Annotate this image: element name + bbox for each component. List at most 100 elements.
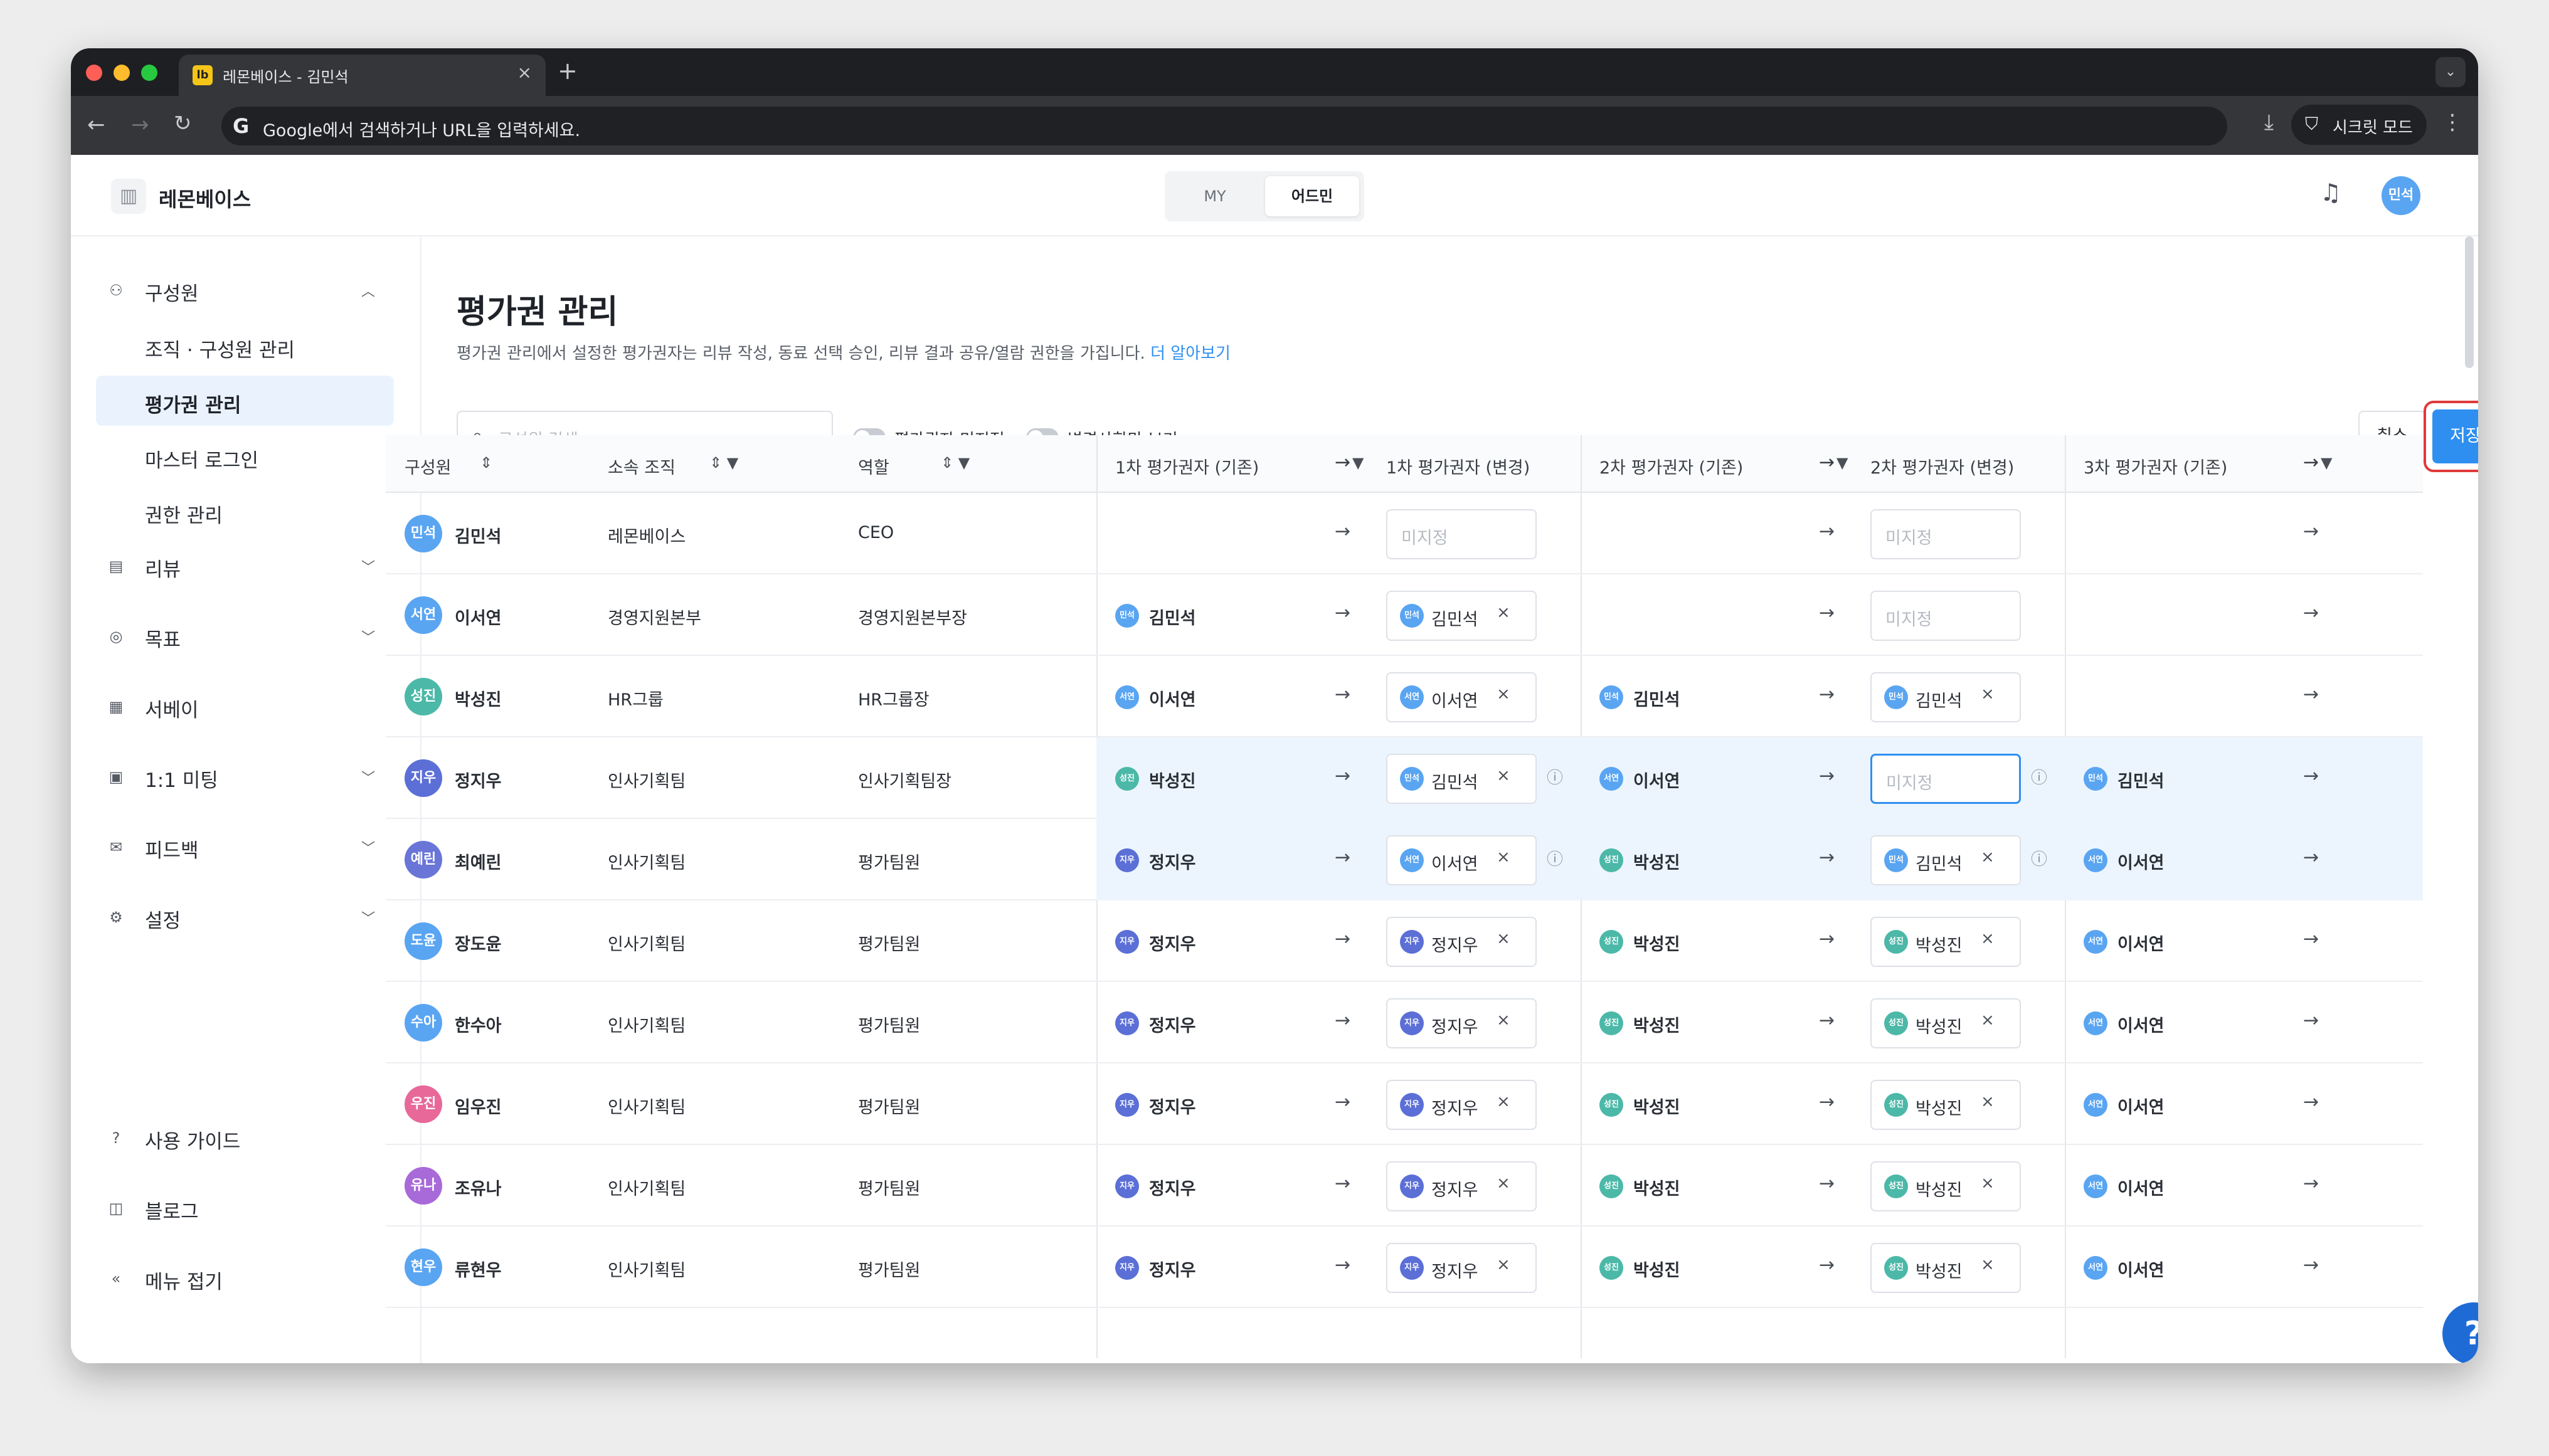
remove-chip-icon[interactable]: × <box>1497 685 1510 704</box>
table-row[interactable]: 수아 한수아 인사기획팀 평가팀원 지우 정지우 → 성진 박성진 → 서연 이서연 → 지우 정지우 × 성진… <box>386 982 2423 1063</box>
evaluator-select[interactable]: 성진 박성진 × <box>1870 1243 2021 1293</box>
column-header[interactable]: 2차 평가권자 (기존) <box>1599 454 1743 478</box>
mode-tab-my[interactable]: MY <box>1170 176 1260 216</box>
evaluator-select[interactable]: 지우 정지우 × <box>1386 917 1537 967</box>
member-name[interactable]: 장도윤 <box>455 931 502 955</box>
forward-icon[interactable]: → <box>131 112 149 137</box>
remove-chip-icon[interactable]: × <box>1497 1255 1510 1274</box>
column-header[interactable]: 역할 <box>858 454 889 478</box>
vertical-scrollbar[interactable] <box>2465 236 2474 368</box>
incognito-badge[interactable]: ⛉ 시크릿 모드 <box>2291 105 2427 145</box>
evaluator-select[interactable]: 미지정 <box>1386 509 1537 559</box>
remove-chip-icon[interactable]: × <box>1497 766 1510 785</box>
column-header[interactable]: 소속 조직 <box>608 454 676 478</box>
close-window-button[interactable] <box>86 65 102 81</box>
sidebar-section-goals[interactable]: ◎ 목표 ﹀ <box>96 611 394 662</box>
evaluator-select[interactable]: 성진 박성진 × <box>1870 1080 2021 1130</box>
remove-chip-icon[interactable]: × <box>1981 685 1995 704</box>
browser-menu-icon[interactable]: ⋮ <box>2442 110 2463 135</box>
sort-filter-icon[interactable]: ⇕ ▼ <box>709 454 738 472</box>
sidebar-item-evaluation-rights[interactable]: 평가권 관리 <box>96 376 394 426</box>
evaluator-select[interactable]: 미지정 <box>1870 509 2021 559</box>
column-header[interactable]: 구성원 <box>405 454 452 478</box>
sidebar-item-org-members[interactable]: 조직 · 구성원 관리 <box>96 320 394 371</box>
evaluator-select[interactable]: 서연 이서연 × <box>1386 835 1537 885</box>
evaluator-select[interactable]: 민석 김민석 × <box>1386 754 1537 804</box>
remove-chip-icon[interactable]: × <box>1497 929 1510 948</box>
column-header[interactable]: 1차 평가권자 (변경) <box>1386 454 1530 478</box>
remove-chip-icon[interactable]: × <box>1981 1174 1995 1193</box>
evaluator-select[interactable]: 지우 정지우 × <box>1386 998 1537 1048</box>
sidebar-footer-guide[interactable]: ? 사용 가이드 <box>96 1113 394 1163</box>
table-row[interactable]: 지우 정지우 인사기획팀 인사기획팀장 성진 박성진 → 서연 이서연 → 민석 김민석 → 민석 김민석 ×… <box>386 737 2423 819</box>
sidebar-item-master-login[interactable]: 마스터 로그인 <box>96 431 394 481</box>
evaluator-select[interactable]: 민석 김민석 × <box>1870 672 2021 722</box>
member-name[interactable]: 한수아 <box>455 1012 502 1037</box>
column-header[interactable]: 1차 평가권자 (기존) <box>1115 454 1259 478</box>
reload-icon[interactable]: ↻ <box>174 111 192 136</box>
evaluator-select[interactable]: 미지정 <box>1870 591 2021 641</box>
sort-filter-icon[interactable]: ⇕ ▼ <box>941 454 970 472</box>
member-name[interactable]: 임우진 <box>455 1094 502 1118</box>
evaluator-select[interactable]: 민석 김민석 × <box>1870 835 2021 885</box>
sidebar-section-settings[interactable]: ⚙ 설정 ﹀ <box>96 892 394 942</box>
sidebar-footer-blog[interactable]: ◫ 블로그 <box>96 1183 394 1233</box>
info-icon[interactable]: ⓘ <box>2031 765 2047 788</box>
info-icon[interactable]: ⓘ <box>2031 847 2047 870</box>
remove-chip-icon[interactable]: × <box>1981 929 1995 948</box>
sidebar-footer-collapse[interactable]: « 메뉴 접기 <box>96 1253 394 1304</box>
remove-chip-icon[interactable]: × <box>1497 1092 1510 1111</box>
evaluator-select[interactable]: 지우 정지우 × <box>1386 1161 1537 1211</box>
table-row[interactable]: 서연 이서연 경영지원본부 경영지원본부장 민석 김민석 → → → 민석 김민석 × 미지정 <box>386 574 2423 656</box>
remove-chip-icon[interactable]: × <box>1497 603 1510 622</box>
remove-chip-icon[interactable]: × <box>1497 1011 1510 1030</box>
table-row[interactable]: 현우 류현우 인사기획팀 평가팀원 지우 정지우 → 성진 박성진 → 서연 이서연 → 지우 정지우 × 성진… <box>386 1227 2423 1308</box>
evaluator-select[interactable]: 서연 이서연 × <box>1386 672 1537 722</box>
column-header[interactable]: 2차 평가권자 (변경) <box>1870 454 2014 478</box>
address-bar[interactable]: G Google에서 검색하거나 URL을 입력하세요. <box>221 107 2227 145</box>
member-name[interactable]: 최예린 <box>455 849 502 873</box>
sidebar-section-meeting[interactable]: ▣ 1:1 미팅 ﹀ <box>96 752 394 802</box>
sidebar-section-survey[interactable]: ▦ 서베이 <box>96 682 394 732</box>
save-button[interactable]: 저장 <box>2432 409 2478 463</box>
remove-chip-icon[interactable]: × <box>1497 848 1510 867</box>
member-name[interactable]: 박성진 <box>455 686 502 710</box>
member-name[interactable]: 이서연 <box>455 604 502 629</box>
table-row[interactable]: 성진 박성진 HR그룹 HR그룹장 서연 이서연 → 민석 김민석 → → 서연 이서연 × 민석 김민석 × <box>386 656 2423 737</box>
maximize-window-button[interactable] <box>141 65 157 81</box>
remove-chip-icon[interactable]: × <box>1981 1092 1995 1111</box>
mode-tab-admin[interactable]: 어드민 <box>1265 176 1359 216</box>
sidebar-section-review[interactable]: ▤ 리뷰 ﹀ <box>96 541 394 591</box>
back-icon[interactable]: ← <box>87 112 105 137</box>
info-icon[interactable]: ⓘ <box>1547 765 1563 788</box>
new-tab-icon[interactable]: + <box>558 57 578 85</box>
info-icon[interactable]: ⓘ <box>1547 847 1563 870</box>
sort-filter-icon[interactable]: ▼ <box>1836 454 1848 472</box>
member-name[interactable]: 정지우 <box>455 768 502 792</box>
evaluator-select[interactable]: 지우 정지우 × <box>1386 1080 1537 1130</box>
learn-more-link[interactable]: 더 알아보기 <box>1150 344 1231 363</box>
sidebar-item-permissions[interactable]: 권한 관리 <box>96 486 394 536</box>
remove-chip-icon[interactable]: × <box>1497 1174 1510 1193</box>
user-avatar[interactable]: 민석 <box>2382 176 2420 215</box>
evaluator-select[interactable]: 지우 정지우 × <box>1386 1243 1537 1293</box>
table-row[interactable]: 예린 최예린 인사기획팀 평가팀원 지우 정지우 → 성진 박성진 → 서연 이서연 → 서연 이서연 × ⓘ 민… <box>386 819 2423 900</box>
remove-chip-icon[interactable]: × <box>1981 848 1995 867</box>
minimize-window-button[interactable] <box>114 65 130 81</box>
member-name[interactable]: 김민석 <box>455 523 502 547</box>
member-name[interactable]: 조유나 <box>455 1175 502 1200</box>
notification-bell-icon[interactable]: ♫ <box>2320 179 2341 206</box>
evaluator-select[interactable]: 미지정 <box>1870 754 2021 804</box>
evaluator-select[interactable]: 성진 박성진 × <box>1870 998 2021 1048</box>
sidebar-section-feedback[interactable]: ✉ 피드백 ﹀ <box>96 822 394 872</box>
download-icon[interactable]: ⤓ <box>2264 110 2274 135</box>
remove-chip-icon[interactable]: × <box>1981 1011 1995 1030</box>
evaluator-select[interactable]: 성진 박성진 × <box>1870 917 2021 967</box>
table-row[interactable]: 유나 조유나 인사기획팀 평가팀원 지우 정지우 → 성진 박성진 → 서연 이서연 → 지우 정지우 × 성진… <box>386 1145 2423 1227</box>
column-header[interactable]: 3차 평가권자 (기존) <box>2084 454 2227 478</box>
help-chat-button[interactable]: ? <box>2442 1302 2478 1363</box>
remove-chip-icon[interactable]: × <box>1981 1255 1995 1274</box>
sort-filter-icon[interactable]: ⇕ <box>480 454 492 472</box>
sidebar-section-members[interactable]: ⚇ 구성원 ︿ <box>96 265 394 315</box>
sort-filter-icon[interactable]: ▼ <box>2321 454 2332 472</box>
